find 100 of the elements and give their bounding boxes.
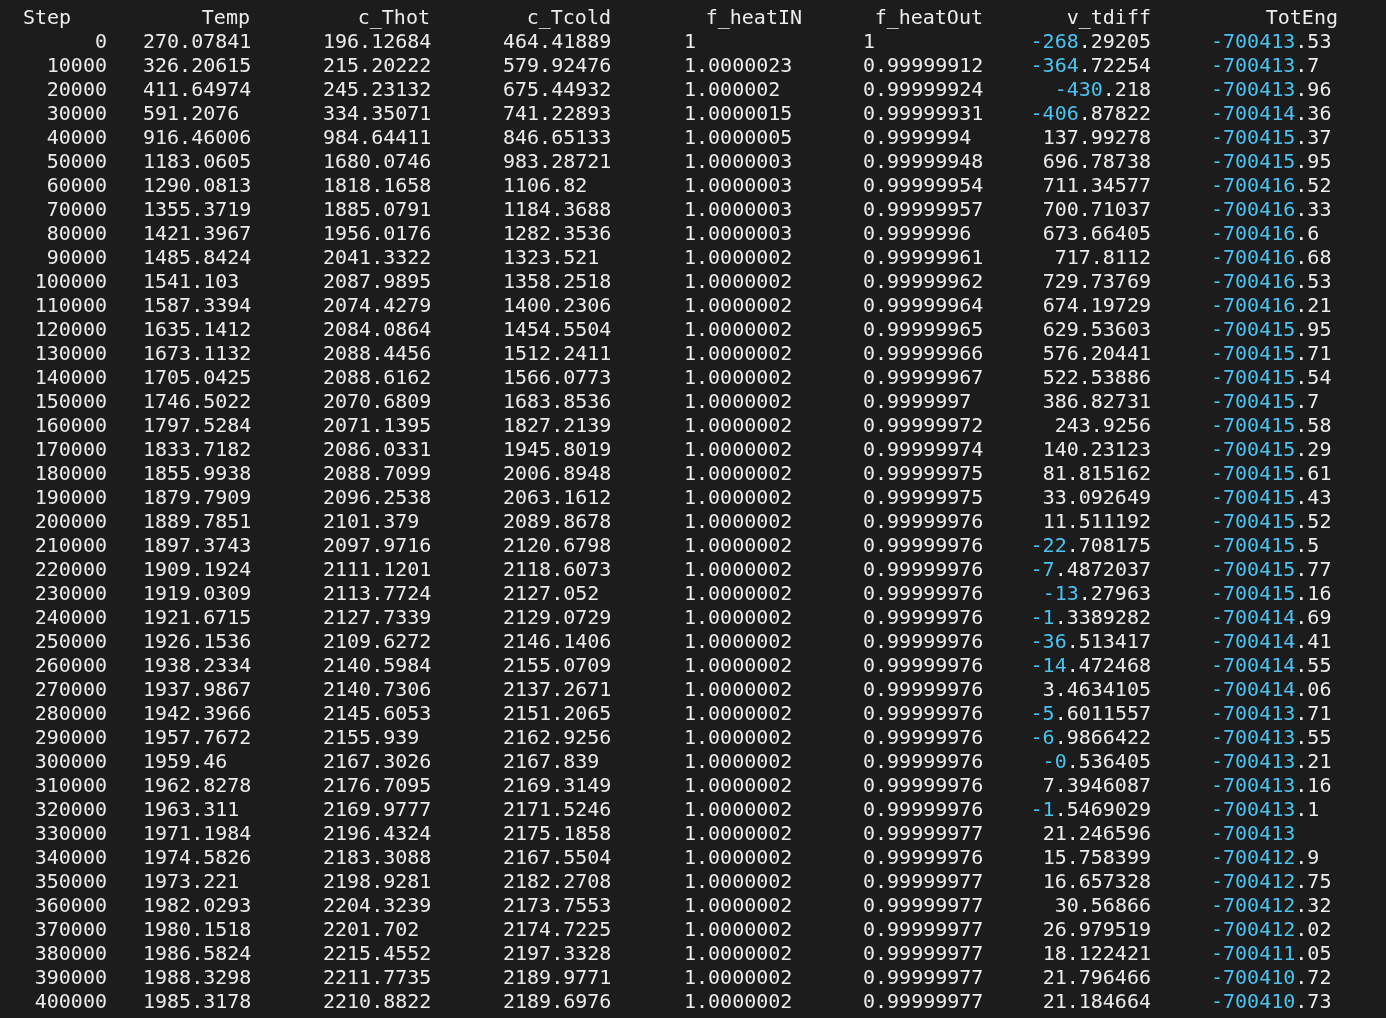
table-cell: 270.07841 (143, 29, 252, 53)
table-cell: -5.6011557 (1030, 701, 1151, 725)
table-cell: 1184.3688 (503, 197, 612, 221)
table-cell: 674.19729 (1042, 293, 1151, 317)
table-cell: 1290.0813 (143, 173, 252, 197)
table-cell: 215.20222 (323, 53, 432, 77)
table-cell: 1.0000002 (684, 797, 793, 821)
table-cell: -700415.52 (1211, 509, 1332, 533)
table-cell: 1.0000005 (684, 125, 793, 149)
table-cell: 1980.1518 (143, 917, 252, 941)
table-cell: 1919.0309 (143, 581, 252, 605)
table-cell: 120000 (34, 317, 107, 341)
table-cell: -14.472468 (1030, 653, 1151, 677)
table-cell: 2006.8948 (503, 461, 612, 485)
table-cell: 386.82731 (1042, 389, 1151, 413)
table-cell: 1.0000002 (684, 389, 793, 413)
table-cell: 1.0000023 (684, 53, 793, 77)
table-cell: 2096.2538 (323, 485, 432, 509)
table-cell: -700416.33 (1211, 197, 1332, 221)
table-cell: 2074.4279 (323, 293, 432, 317)
table-cell: 2215.4552 (323, 941, 432, 965)
table-cell: 2111.1201 (323, 557, 432, 581)
table-cell: 21.246596 (1042, 821, 1151, 845)
table-cell: 0.99999976 (863, 605, 984, 629)
table-cell: 90000 (46, 245, 107, 269)
table-cell: -700415.71 (1211, 341, 1332, 365)
table-cell: 170000 (34, 437, 107, 461)
table-cell: 2070.6809 (323, 389, 432, 413)
table-cell: 2118.6073 (503, 557, 612, 581)
table-cell: 1683.8536 (503, 389, 612, 413)
table-cell: 717.8112 (1054, 245, 1151, 269)
table-cell: 1962.8278 (143, 773, 252, 797)
table-cell: 180000 (34, 461, 107, 485)
table-cell: 240000 (34, 605, 107, 629)
table-cell: 1973.221 (143, 869, 240, 893)
table-cell: 2140.5984 (323, 653, 432, 677)
table-cell: -22.708175 (1030, 533, 1151, 557)
table-cell: 2210.8822 (323, 989, 432, 1013)
table-cell: 0.99999976 (863, 509, 984, 533)
table-cell: 33.092649 (1042, 485, 1151, 509)
table-cell: -700415.16 (1211, 581, 1332, 605)
table-cell: 2063.1612 (503, 485, 612, 509)
table-cell: 0.9999994 (863, 125, 972, 149)
table-cell: 576.20441 (1042, 341, 1151, 365)
table-cell: 1.0000002 (684, 509, 793, 533)
table-cell: 160000 (34, 413, 107, 437)
table-cell: 1982.0293 (143, 893, 252, 917)
table-cell: 3.4634105 (1042, 677, 1151, 701)
table-cell: 2109.6272 (323, 629, 432, 653)
table-cell: -700416.6 (1211, 221, 1320, 245)
table-cell: -700412.32 (1211, 893, 1332, 917)
table-cell: 2087.9895 (323, 269, 432, 293)
column-header: v_tdiff (1066, 5, 1151, 29)
table-cell: 1.0000002 (684, 653, 793, 677)
table-cell: 2151.2065 (503, 701, 612, 725)
table-cell: 0.99999977 (863, 917, 984, 941)
table-cell: -700415.5 (1211, 533, 1320, 557)
table-cell: 1879.7909 (143, 485, 252, 509)
table-cell: -700413.96 (1211, 77, 1332, 101)
table-cell: 1.0000002 (684, 461, 793, 485)
table-cell: 1797.5284 (143, 413, 252, 437)
table-cell: 2189.9771 (503, 965, 612, 989)
table-cell: 1959.46 (143, 749, 228, 773)
table-cell: 2196.4324 (323, 821, 432, 845)
column-header: TotEng (1265, 5, 1338, 29)
table-cell: 40000 (46, 125, 107, 149)
table-cell: 1485.8424 (143, 245, 252, 269)
table-cell: 1541.103 (143, 269, 240, 293)
table-cell: 729.73769 (1042, 269, 1151, 293)
table-cell: -700413.55 (1211, 725, 1332, 749)
table-cell: 1.0000002 (684, 821, 793, 845)
table-cell: 380000 (34, 941, 107, 965)
table-cell: 0.99999954 (863, 173, 984, 197)
table-cell: 0 (94, 29, 107, 53)
table-cell: 2145.6053 (323, 701, 432, 725)
table-cell: 1909.1924 (143, 557, 252, 581)
table-cell: 190000 (34, 485, 107, 509)
table-cell: 7.3946087 (1042, 773, 1151, 797)
table-cell: 2174.7225 (503, 917, 612, 941)
table-cell: 1454.5504 (503, 317, 612, 341)
table-cell: 1963.311 (143, 797, 240, 821)
table-cell: 350000 (34, 869, 107, 893)
table-cell: 0.99999976 (863, 533, 984, 557)
table-cell: 30.56866 (1054, 893, 1151, 917)
table-cell: 290000 (34, 725, 107, 749)
table-cell: -700414.06 (1211, 677, 1332, 701)
table-cell: -700416.52 (1211, 173, 1332, 197)
table-cell: 2167.5504 (503, 845, 612, 869)
table-cell: 137.99278 (1042, 125, 1151, 149)
table-cell: 1.0000002 (684, 941, 793, 965)
table-cell: -700412.9 (1211, 845, 1320, 869)
table-cell: 1.0000002 (684, 317, 793, 341)
table-cell: 400000 (34, 989, 107, 1013)
table-cell: 1.0000002 (684, 893, 793, 917)
table-cell: -6.9866422 (1030, 725, 1151, 749)
table-cell: 0.99999976 (863, 557, 984, 581)
table-cell: 2167.839 (503, 749, 600, 773)
table-cell: 2173.7553 (503, 893, 612, 917)
table-cell: 0.99999976 (863, 677, 984, 701)
table-cell: 0.99999977 (863, 941, 984, 965)
